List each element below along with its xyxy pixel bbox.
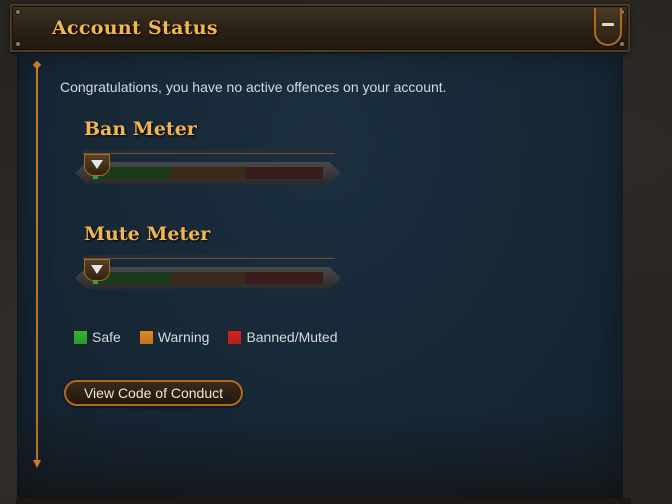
legend-label: Banned/Muted	[246, 329, 338, 345]
minus-icon	[602, 23, 614, 26]
rivet	[16, 42, 20, 46]
decorative-side-line	[33, 66, 41, 468]
legend-swatch	[73, 329, 88, 345]
legend-item-warning: Warning	[138, 329, 210, 345]
section-header: Account Status	[10, 4, 630, 52]
triangle-down-icon	[84, 154, 110, 176]
legend-label: Safe	[92, 329, 121, 345]
meter-legend: Safe Warning Banned/Muted	[73, 329, 338, 345]
meter-segments	[93, 167, 324, 179]
collapse-button[interactable]	[594, 8, 622, 46]
ban-meter-title: Ban Meter	[84, 118, 197, 140]
segment-warning	[169, 167, 247, 179]
meter-rail	[83, 255, 335, 259]
section-title: Account Status	[52, 17, 218, 39]
ban-meter	[75, 150, 341, 186]
legend-swatch	[227, 329, 243, 345]
segment-banned	[246, 167, 324, 179]
view-code-of-conduct-button[interactable]: View Code of Conduct	[64, 380, 243, 406]
legend-label: Warning	[157, 329, 210, 345]
meter-rail	[83, 150, 335, 154]
triangle-down-icon	[84, 259, 110, 281]
mute-meter-title: Mute Meter	[84, 223, 211, 245]
segment-banned	[246, 272, 324, 284]
segment-warning	[169, 272, 247, 284]
panel-texture	[18, 410, 623, 500]
legend-item-banned: Banned/Muted	[227, 329, 338, 345]
account-status-panel: Congratulations, you have no active offe…	[17, 54, 623, 500]
panel-bottom-frame	[16, 498, 631, 504]
legend-swatch	[138, 329, 154, 345]
status-message: Congratulations, you have no active offe…	[60, 79, 447, 95]
legend-item-safe: Safe	[73, 329, 121, 345]
meter-segments	[93, 272, 324, 284]
rivet	[16, 10, 20, 14]
rivet	[620, 42, 624, 46]
mute-meter	[75, 255, 341, 291]
